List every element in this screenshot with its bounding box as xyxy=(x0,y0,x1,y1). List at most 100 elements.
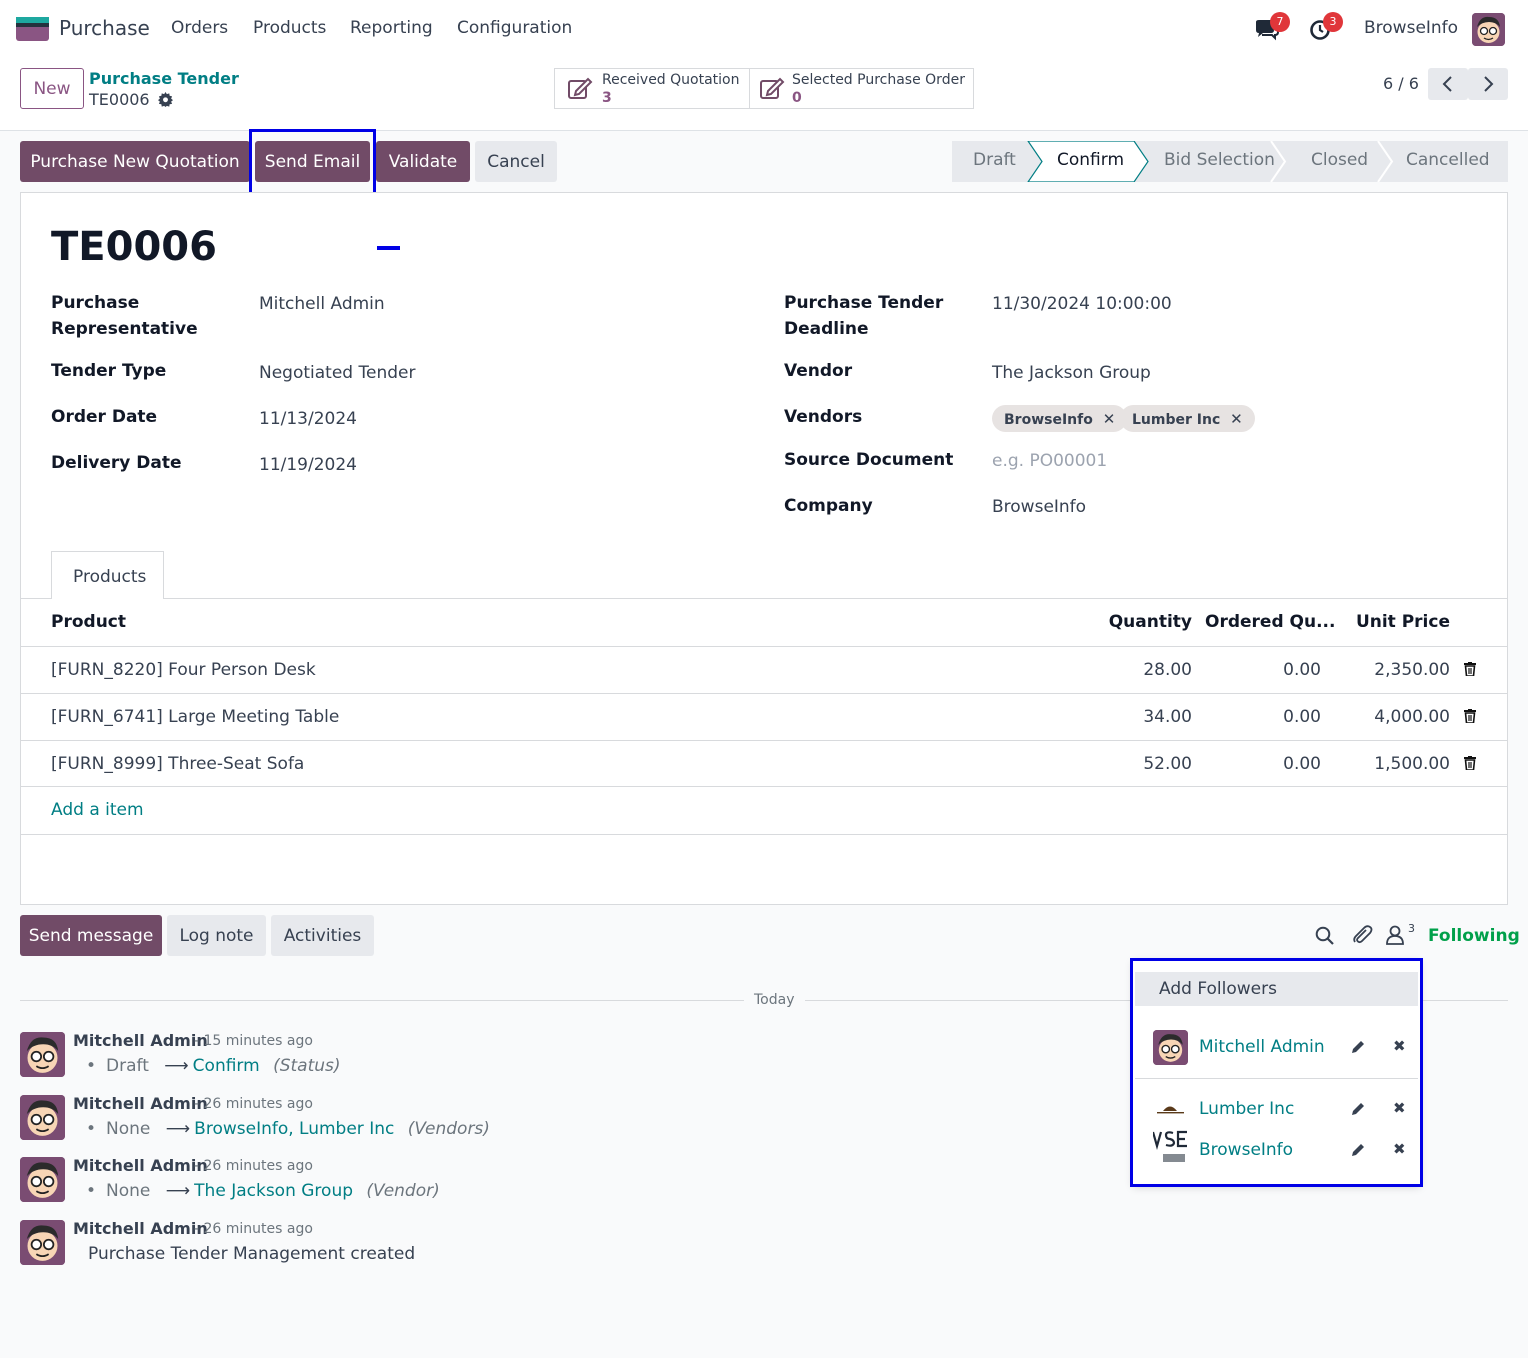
remove-follower-icon[interactable]: ✖ xyxy=(1393,1037,1406,1055)
send-message-button[interactable]: Send message xyxy=(20,915,162,956)
messages-badge: 7 xyxy=(1270,12,1290,32)
message-avatar[interactable] xyxy=(20,1095,65,1140)
menu-configuration[interactable]: Configuration xyxy=(457,18,572,38)
remove-follower-icon[interactable]: ✖ xyxy=(1393,1140,1406,1158)
stage-cancelled[interactable]: Cancelled xyxy=(1406,150,1490,170)
gear-icon[interactable] xyxy=(157,92,173,107)
row-1-unit-price[interactable]: 2,350.00 xyxy=(1330,660,1450,680)
vendor-tag-browseinfo: BrowseInfo ✕ xyxy=(992,405,1128,432)
breadcrumb-parent[interactable]: Purchase Tender xyxy=(89,69,239,88)
message-avatar[interactable] xyxy=(20,1032,65,1077)
trash-icon[interactable] xyxy=(1464,662,1476,676)
smart-button-selected-purchase-order[interactable]: Selected Purchase Order 0 xyxy=(749,68,974,109)
following-button[interactable]: Following xyxy=(1428,926,1520,946)
chevron-right-icon xyxy=(1484,76,1494,92)
row-2-quantity[interactable]: 34.00 xyxy=(1092,707,1192,727)
chevron-left-icon xyxy=(1442,76,1452,92)
field-tender-type[interactable]: Negotiated Tender xyxy=(259,363,415,383)
field-source-document[interactable]: e.g. PO00001 xyxy=(992,451,1107,471)
message-author[interactable]: Mitchell Admin xyxy=(73,1094,208,1113)
user-name[interactable]: BrowseInfo xyxy=(1364,18,1458,38)
field-order-date[interactable]: 11/13/2024 xyxy=(259,409,357,429)
record-title[interactable]: TE0006 xyxy=(51,224,217,270)
remove-tag-icon[interactable]: ✕ xyxy=(1230,410,1243,428)
field-purchase-representative[interactable]: Mitchell Admin xyxy=(259,294,385,314)
row-3-quantity[interactable]: 52.00 xyxy=(1092,754,1192,774)
pager-previous-button[interactable] xyxy=(1428,68,1468,100)
field-delivery-date[interactable]: 11/19/2024 xyxy=(259,455,357,475)
row-1-ordered-quantity: 0.00 xyxy=(1283,660,1321,680)
followers-person-icon[interactable] xyxy=(1386,924,1406,946)
top-navbar: Purchase Orders Products Reporting Confi… xyxy=(0,0,1528,58)
column-quantity[interactable]: Quantity xyxy=(1092,612,1192,632)
stage-bid-selection[interactable]: Bid Selection xyxy=(1164,150,1275,170)
old-value: None xyxy=(106,1181,151,1201)
validate-button[interactable]: Validate xyxy=(376,141,470,182)
activities-button[interactable]: Activities xyxy=(271,915,374,956)
message-avatar[interactable] xyxy=(20,1220,65,1265)
column-ordered-quantity[interactable]: Ordered Qu... xyxy=(1205,612,1335,632)
stage-draft[interactable]: Draft xyxy=(973,150,1016,170)
row-1-product[interactable]: [FURN_8220] Four Person Desk xyxy=(51,660,316,680)
trash-icon[interactable] xyxy=(1464,756,1476,770)
field-name: (Status) xyxy=(273,1056,341,1076)
old-value: Draft xyxy=(106,1056,149,1076)
message-avatar[interactable] xyxy=(20,1157,65,1202)
cancel-button[interactable]: Cancel xyxy=(475,141,557,182)
row-1-quantity[interactable]: 28.00 xyxy=(1092,660,1192,680)
form-sheet xyxy=(20,192,1508,905)
paperclip-icon[interactable] xyxy=(1351,924,1373,946)
new-button[interactable]: New xyxy=(20,68,84,109)
column-product[interactable]: Product xyxy=(51,612,126,632)
pencil-icon[interactable] xyxy=(1350,1142,1366,1158)
row-3-product[interactable]: [FURN_8999] Three-Seat Sofa xyxy=(51,754,304,774)
follower-name[interactable]: Mitchell Admin xyxy=(1199,1037,1325,1057)
row-divider xyxy=(20,740,1508,741)
field-company[interactable]: BrowseInfo xyxy=(992,497,1086,517)
add-followers-button[interactable]: Add Followers xyxy=(1135,972,1418,1006)
row-2-unit-price[interactable]: 4,000.00 xyxy=(1330,707,1450,727)
user-avatar[interactable] xyxy=(1472,13,1505,46)
purchase-new-quotation-button[interactable]: Purchase New Quotation xyxy=(20,141,250,182)
stage-confirm[interactable]: Confirm xyxy=(1057,150,1124,170)
column-unit-price[interactable]: Unit Price xyxy=(1330,612,1450,632)
tag-label: Lumber Inc xyxy=(1132,412,1221,428)
menu-orders[interactable]: Orders xyxy=(171,18,228,38)
tag-label: BrowseInfo xyxy=(1004,412,1093,428)
message-author[interactable]: Mitchell Admin xyxy=(73,1031,208,1050)
search-icon[interactable] xyxy=(1315,926,1335,946)
edit-document-icon xyxy=(568,77,593,99)
follower-name[interactable]: BrowseInfo xyxy=(1199,1140,1293,1160)
field-vendor[interactable]: The Jackson Group xyxy=(992,363,1151,383)
row-2-product[interactable]: [FURN_6741] Large Meeting Table xyxy=(51,707,339,727)
pencil-icon[interactable] xyxy=(1350,1101,1366,1117)
trash-icon[interactable] xyxy=(1464,709,1476,723)
row-divider xyxy=(20,646,1508,647)
edit-document-icon xyxy=(760,77,785,99)
label-purchase-representative: Purchase Representative xyxy=(51,293,198,339)
old-value: None xyxy=(106,1119,151,1139)
smart-button-received-quotation[interactable]: Received Quotation 3 xyxy=(554,68,750,109)
menu-products[interactable]: Products xyxy=(253,18,326,38)
new-value: The Jackson Group xyxy=(194,1181,354,1201)
message-author[interactable]: Mitchell Admin xyxy=(73,1219,208,1238)
tab-products[interactable]: Products xyxy=(51,551,164,599)
message-time: - 15 minutes ago xyxy=(194,1033,313,1049)
field-purchase-tender-deadline[interactable]: 11/30/2024 10:00:00 xyxy=(992,294,1172,314)
log-note-button[interactable]: Log note xyxy=(167,915,266,956)
purchase-app-icon[interactable] xyxy=(16,17,49,41)
row-3-unit-price[interactable]: 1,500.00 xyxy=(1330,754,1450,774)
pencil-icon[interactable] xyxy=(1350,1039,1366,1055)
app-name[interactable]: Purchase xyxy=(59,16,150,40)
message-author[interactable]: Mitchell Admin xyxy=(73,1156,208,1175)
remove-tag-icon[interactable]: ✕ xyxy=(1103,410,1116,428)
menu-reporting[interactable]: Reporting xyxy=(350,18,433,38)
pager-next-button[interactable] xyxy=(1468,68,1508,100)
message-body: Purchase Tender Management created xyxy=(88,1244,416,1264)
add-item-link[interactable]: Add a item xyxy=(51,800,144,820)
follower-name[interactable]: Lumber Inc xyxy=(1199,1099,1294,1119)
new-value: Confirm xyxy=(192,1056,260,1076)
stage-closed[interactable]: Closed xyxy=(1311,150,1368,170)
pager-value[interactable]: 6 / 6 xyxy=(1383,74,1419,93)
remove-follower-icon[interactable]: ✖ xyxy=(1393,1099,1406,1117)
